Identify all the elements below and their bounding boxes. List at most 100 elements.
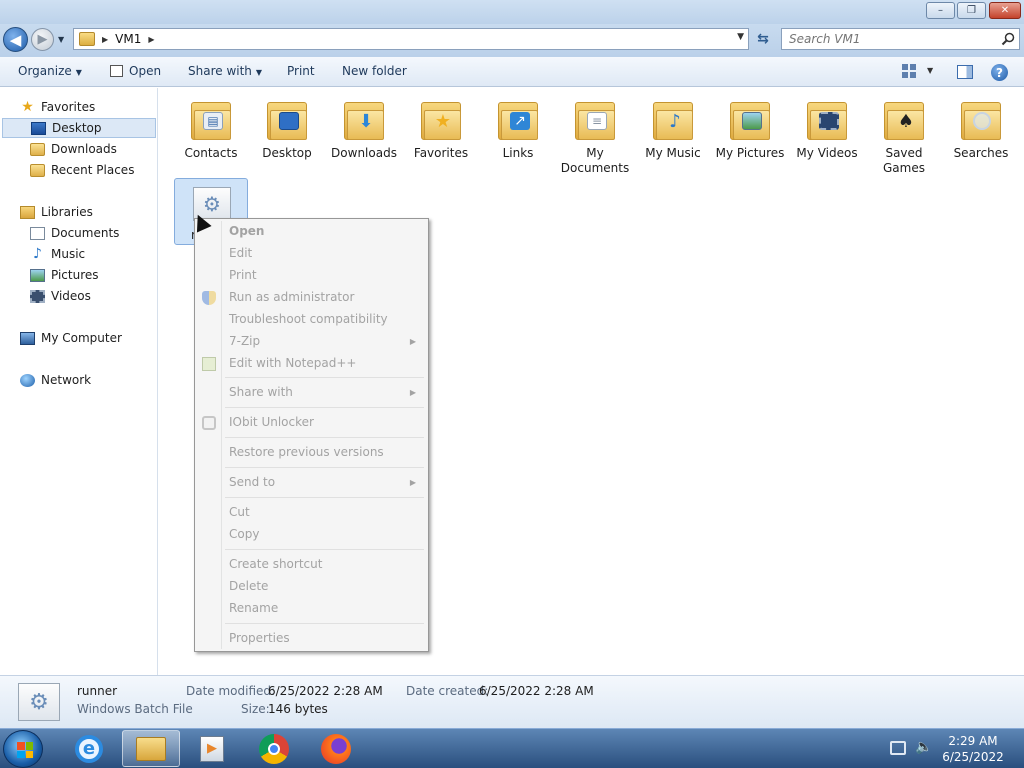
menu-item-edit[interactable]: Edit [229,246,252,260]
view-dropdown-icon[interactable]: ▼ [927,66,933,75]
open-button[interactable]: Open [110,64,161,78]
folder-label: Saved Games [883,146,925,175]
sidebar-item-videos[interactable]: Videos [30,286,91,306]
print-button[interactable]: Print [287,64,315,78]
computer-icon [20,331,35,345]
sidebar-item-music[interactable]: ♪ Music [30,244,85,264]
menu-item-print[interactable]: Print [229,268,257,282]
star-icon: ★ [21,98,34,115]
chrome-icon [259,733,289,764]
breadcrumb-chevron-icon[interactable]: ▶ [102,35,108,44]
forward-button[interactable]: ▶ [31,28,54,51]
new-folder-button[interactable]: New folder [342,64,407,78]
folder-my-music[interactable]: ♪ My Music [634,96,712,161]
details-file-name: runner [77,684,118,698]
back-button[interactable]: ◀ [3,27,28,52]
menu-item-cut[interactable]: Cut [229,505,250,519]
change-view-icon[interactable] [902,64,916,78]
folder-label: Searches [953,146,1009,160]
sidebar-item-my-computer[interactable]: My Computer [20,328,122,348]
folder-label: Downloads [331,146,397,160]
menu-separator [225,623,424,624]
network-tray-icon[interactable] [890,741,906,755]
search-input[interactable] [782,29,992,49]
menu-item-open[interactable]: Open [229,224,264,238]
desktop-folder-icon [263,96,311,144]
sidebar-item-documents[interactable]: Documents [30,223,119,243]
sidebar-item-favorites[interactable]: ★ Favorites [20,97,95,117]
taskbar: e ▶ 🔈 2:29 AM 6/25/2022 [0,728,1024,768]
menu-item-iobit-unlocker[interactable]: IObit Unlocker [229,415,314,429]
navigation-pane: ★ Favorites Desktop Downloads Recent Plac… [0,88,158,675]
menu-item-delete[interactable]: Delete [229,579,268,593]
command-toolbar: Organize ▼ Open Share with ▼ Print New fol… [0,57,1024,87]
address-bar[interactable]: ▶ VM1 ▶ ▼ [73,28,749,50]
volume-tray-icon[interactable]: 🔈 [915,739,932,755]
system-clock[interactable]: 2:29 AM 6/25/2022 [938,733,1008,765]
sidebar-item-downloads[interactable]: Downloads [30,139,117,159]
maximize-button[interactable]: ❐ [957,2,986,19]
search-box[interactable] [781,28,1020,50]
menu-item-copy[interactable]: Copy [229,527,259,541]
help-icon[interactable]: ? [991,64,1008,81]
submenu-arrow-icon: ▶ [409,388,416,397]
menu-item-7zip[interactable]: 7-Zip [229,334,260,348]
breadcrumb-chevron-icon[interactable]: ▶ [148,35,154,44]
close-button[interactable]: ✕ [989,2,1021,19]
sidebar-item-network[interactable]: Network [20,370,91,390]
share-with-label: Share with [188,64,252,78]
taskbar-media-player[interactable]: ▶ [183,730,241,767]
folder-searches[interactable]: Searches [942,96,1020,161]
folder-desktop[interactable]: Desktop [248,96,326,161]
refresh-button[interactable]: ⇆ [752,28,774,50]
address-dropdown-icon[interactable]: ▼ [737,32,744,42]
taskbar-internet-explorer[interactable]: e [60,730,118,767]
menu-item-properties[interactable]: Properties [229,631,290,645]
search-icon[interactable] [1001,32,1015,46]
taskbar-windows-explorer[interactable] [122,730,180,767]
sidebar-item-libraries[interactable]: Libraries [20,202,93,222]
preview-pane-icon[interactable] [957,65,973,79]
music-note-icon: ♪ [33,245,42,262]
folder-saved-games[interactable]: ♠ Saved Games [865,96,943,176]
menu-item-run-as-administrator[interactable]: Run as administrator [229,290,354,304]
menu-item-troubleshoot-compatibility[interactable]: Troubleshoot compatibility [229,312,388,326]
folder-icon [79,32,95,46]
share-with-button[interactable]: Share with ▼ [188,64,262,78]
taskbar-chrome[interactable] [245,730,303,767]
sidebar-item-recent-places[interactable]: Recent Places [30,160,134,180]
menu-separator [225,497,424,498]
folder-links[interactable]: ↗ Links [479,96,557,161]
menu-item-restore-previous-versions[interactable]: Restore previous versions [229,445,384,459]
sidebar-item-desktop[interactable]: Desktop [2,118,156,138]
menu-separator [225,467,424,468]
sidebar-item-label: Network [41,373,92,387]
menu-separator [225,377,424,378]
folder-my-videos[interactable]: My Videos [788,96,866,161]
videos-folder-icon [803,96,851,144]
breadcrumb-segment[interactable]: VM1 [115,32,141,46]
menu-item-rename[interactable]: Rename [229,601,278,615]
minimize-button[interactable]: – [926,2,955,19]
details-file-type: Windows Batch File [77,702,193,716]
videos-icon [30,289,45,303]
sidebar-item-label: Favorites [41,100,96,114]
details-modified-label: Date modified: [186,684,276,698]
menu-item-share-with[interactable]: Share with [229,385,293,399]
folder-contacts[interactable]: ▤ Contacts [172,96,250,161]
taskbar-firefox[interactable] [307,730,365,767]
uac-shield-icon [202,291,216,305]
menu-item-edit-with-notepadpp[interactable]: Edit with Notepad++ [229,356,356,370]
start-button[interactable] [3,730,43,768]
menu-item-create-shortcut[interactable]: Create shortcut [229,557,322,571]
folder-my-documents[interactable]: ≡ My Documents [556,96,634,176]
details-modified-value: 6/25/2022 2:28 AM [268,684,383,698]
recent-pages-dropdown[interactable]: ▼ [58,35,64,44]
folder-my-pictures[interactable]: My Pictures [711,96,789,161]
folder-favorites[interactable]: ★ Favorites [402,96,480,161]
menu-item-send-to[interactable]: Send to [229,475,275,489]
folder-downloads[interactable]: ⬇ Downloads [325,96,403,161]
iobit-unlocker-icon [202,416,216,430]
sidebar-item-pictures[interactable]: Pictures [30,265,99,285]
organize-button[interactable]: Organize ▼ [18,64,82,78]
